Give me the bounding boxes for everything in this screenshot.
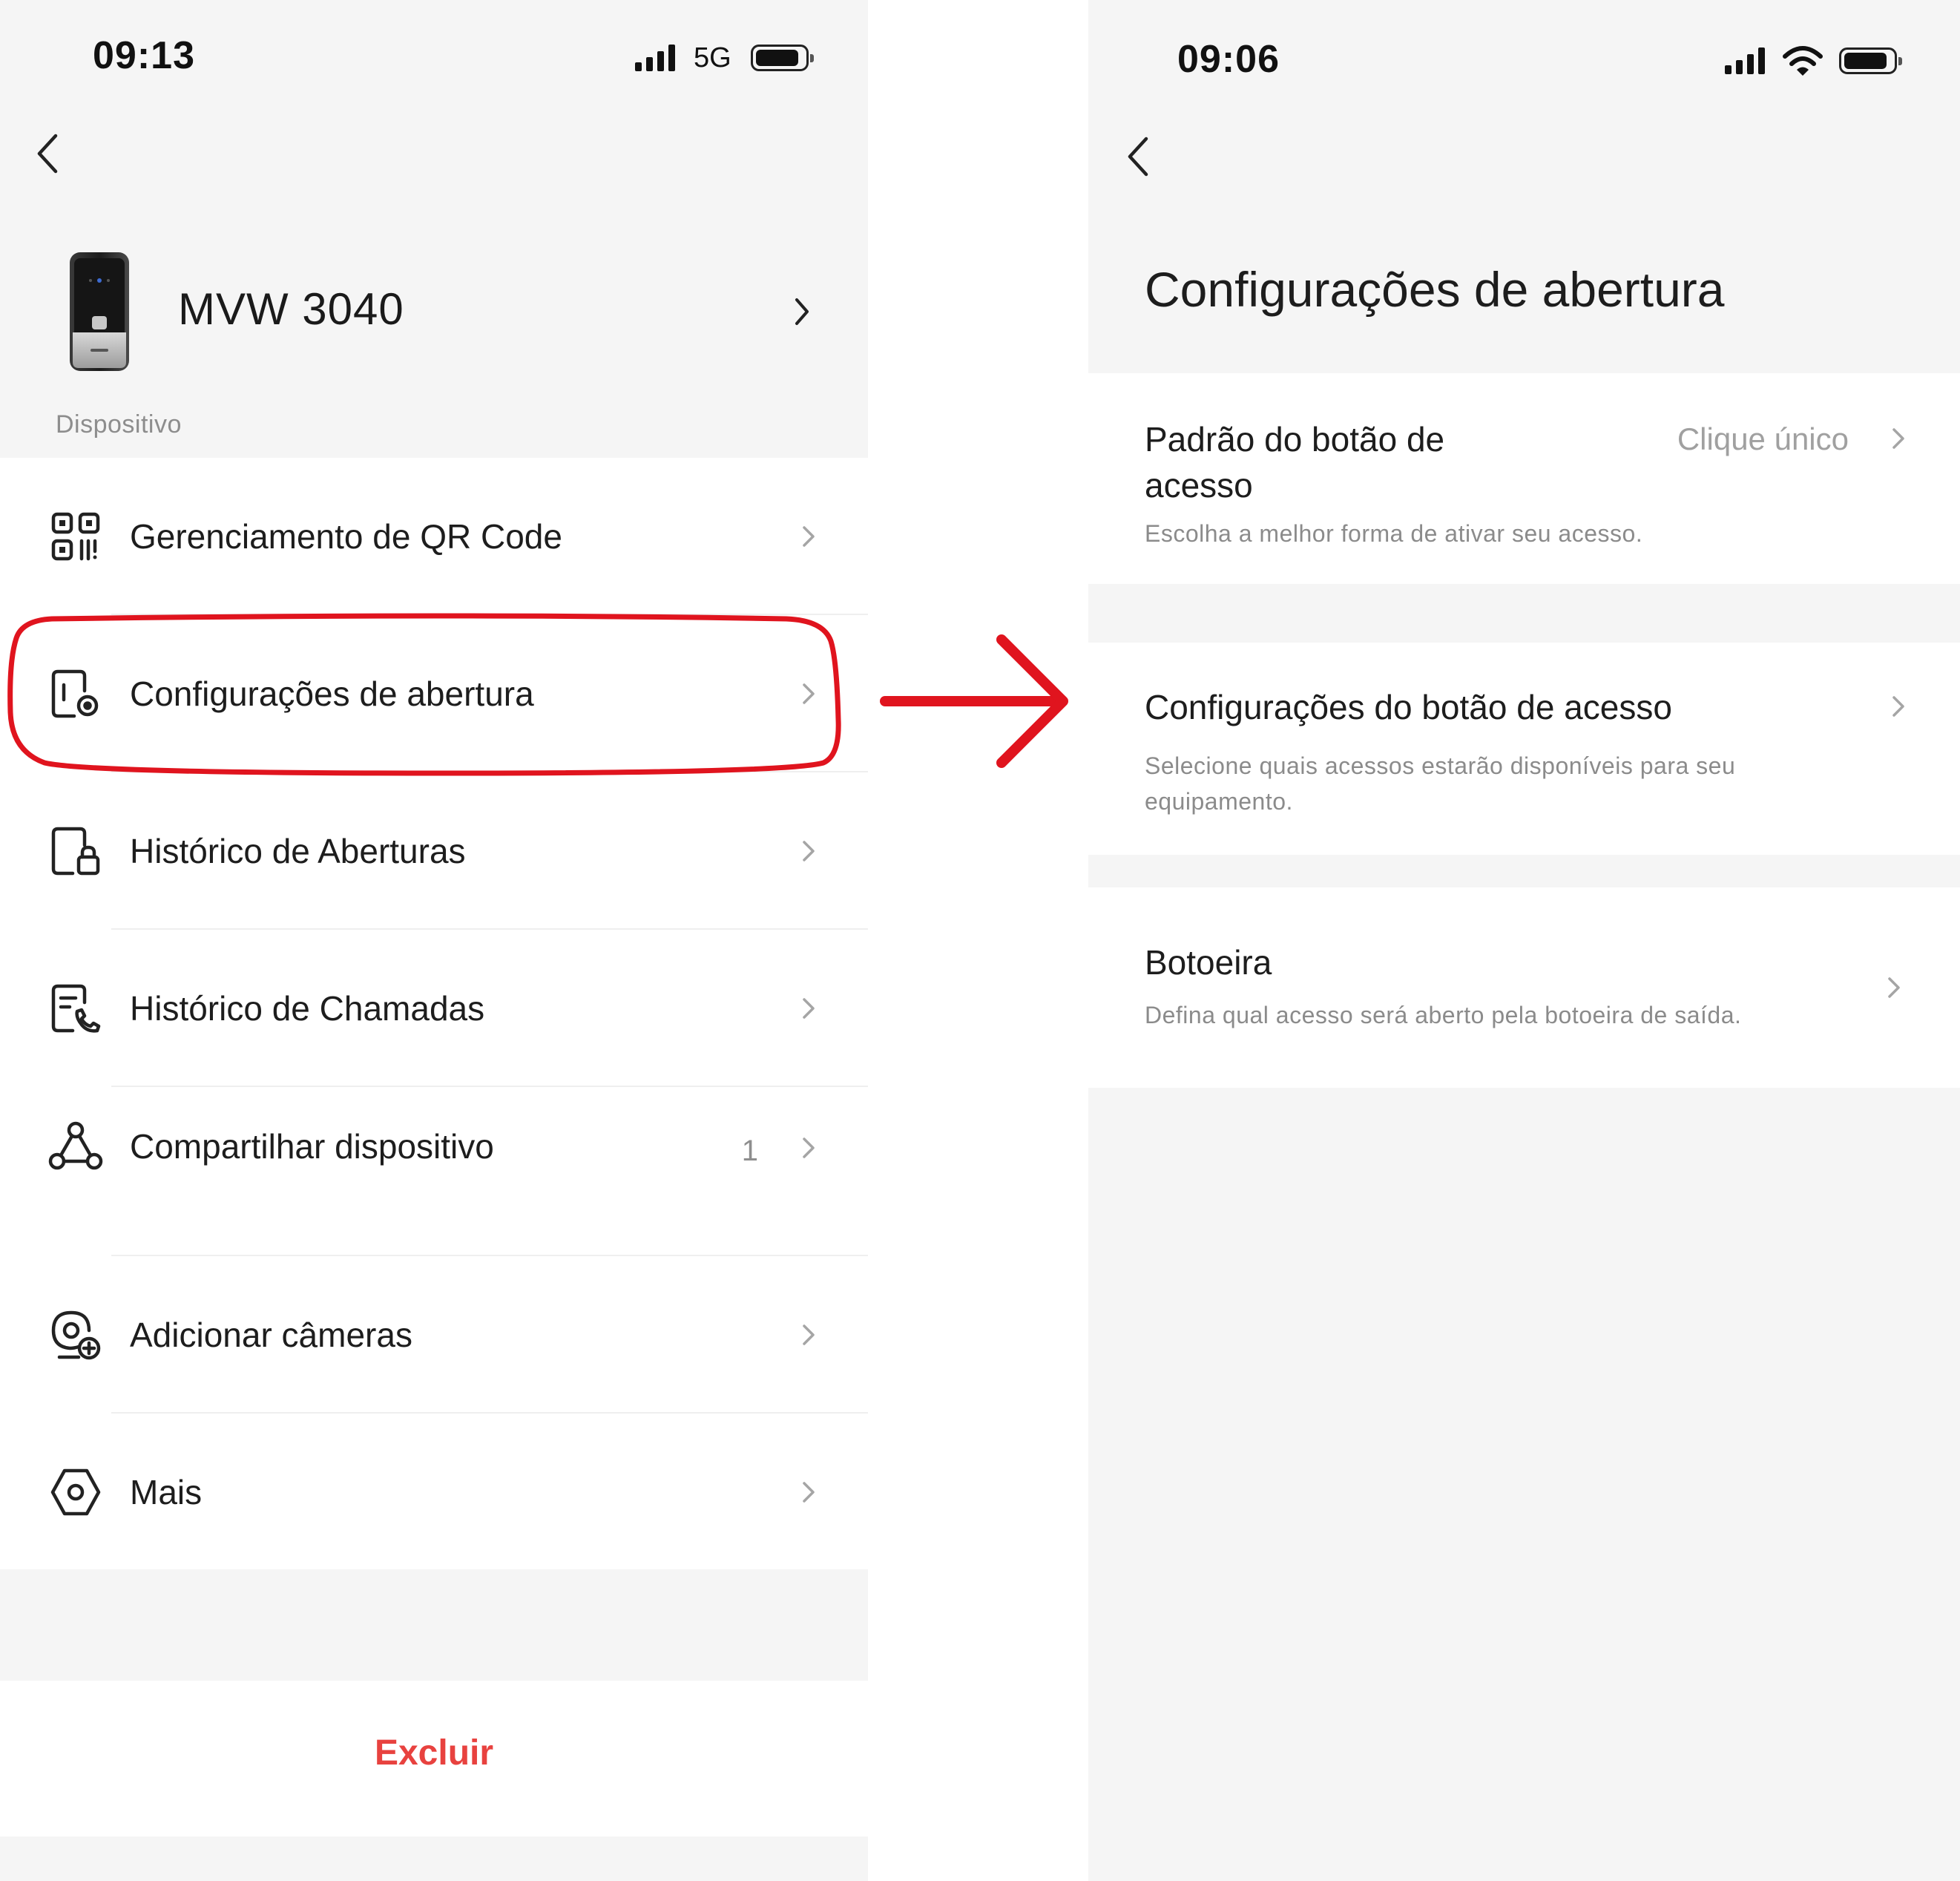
chevron-right-icon [1888, 977, 1900, 998]
menu-item-label: Histórico de Aberturas [130, 832, 466, 870]
chevron-right-icon [1892, 428, 1904, 449]
device-header[interactable]: MVW 3040 [0, 237, 868, 386]
setting-exit-button[interactable]: Botoeira Defina qual acesso será aberto … [1088, 887, 1960, 1088]
menu-item-more[interactable]: Mais [0, 1414, 868, 1571]
chevron-left-icon [1128, 137, 1148, 177]
back-button[interactable] [26, 128, 70, 180]
chevron-right-icon [803, 1138, 815, 1158]
menu-item-label: Compartilhar dispositivo [130, 1127, 494, 1166]
menu-item-label: Adicionar câmeras [130, 1316, 412, 1354]
qr-code-icon [46, 507, 105, 566]
menu-item-call-history[interactable]: Histórico de Chamadas [0, 930, 868, 1087]
page-title: Configurações de abertura [1145, 262, 1725, 317]
menu-item-label: Mais [130, 1473, 203, 1511]
menu-item-opening-history[interactable]: Histórico de Aberturas [0, 772, 868, 930]
network-type: 5G [694, 42, 731, 73]
chevron-right-icon [803, 998, 815, 1019]
chevron-left-icon [37, 134, 58, 174]
cellular-signal-icon [1725, 47, 1765, 74]
device-screen: 09:13 5G MVW 3040 Dispositivo Gerenciame… [0, 0, 868, 1881]
chevron-right-icon [803, 1324, 815, 1345]
setting-subtitle: Defina qual acesso será aberto pela boto… [1145, 1002, 1742, 1028]
setting-title: Botoeira [1145, 943, 1272, 982]
door-lock-history-icon [46, 821, 105, 881]
battery-icon [751, 45, 814, 71]
setting-subtitle: Selecione quais acessos estarão disponív… [1145, 752, 1736, 815]
back-button[interactable] [1117, 131, 1161, 183]
setting-access-button-config[interactable]: Configurações do botão de acesso Selecio… [1088, 643, 1960, 855]
hexagon-settings-icon [46, 1463, 105, 1522]
chevron-right-icon [803, 526, 815, 547]
chevron-right-icon [795, 298, 809, 325]
opening-settings-screen: 09:06 Configurações de abertura Padrão d… [1088, 0, 1960, 1881]
setting-title: Configurações do botão de acesso [1145, 688, 1672, 726]
share-count: 1 [741, 1135, 758, 1167]
menu-item-label: Gerenciamento de QR Code [130, 517, 562, 556]
menu-item-share-device[interactable]: Compartilhar dispositivo 1 [0, 1087, 868, 1256]
cellular-signal-icon [635, 45, 675, 71]
setting-value: Clique único [1677, 421, 1849, 456]
setting-title: Padrão do botão de acesso [1145, 420, 1445, 505]
share-icon [46, 1117, 105, 1176]
status-time: 09:13 [93, 34, 195, 77]
chevron-right-icon [803, 841, 815, 861]
chevron-right-icon [803, 1482, 815, 1503]
add-camera-icon [46, 1305, 105, 1365]
menu-item-qr-code[interactable]: Gerenciamento de QR Code [0, 458, 868, 615]
call-history-icon [46, 979, 105, 1038]
status-time: 09:06 [1177, 38, 1280, 81]
delete-button[interactable]: Excluir [0, 1733, 868, 1773]
right-arrow [880, 634, 1068, 768]
battery-icon [1839, 47, 1902, 74]
setting-subtitle: Escolha a melhor forma de ativar seu ace… [1145, 520, 1643, 547]
highlight-outline [7, 613, 841, 776]
delete-section: Excluir [0, 1681, 868, 1836]
menu-item-add-cameras[interactable]: Adicionar câmeras [0, 1256, 868, 1414]
setting-access-button-mode[interactable]: Padrão do botão de acesso Clique único E… [1088, 373, 1960, 584]
menu-item-label: Histórico de Chamadas [130, 989, 485, 1028]
wifi-icon [1783, 46, 1823, 76]
section-label: Dispositivo [56, 410, 182, 439]
device-image [68, 251, 131, 372]
chevron-right-icon [1892, 696, 1904, 717]
device-name: MVW 3040 [178, 284, 404, 334]
